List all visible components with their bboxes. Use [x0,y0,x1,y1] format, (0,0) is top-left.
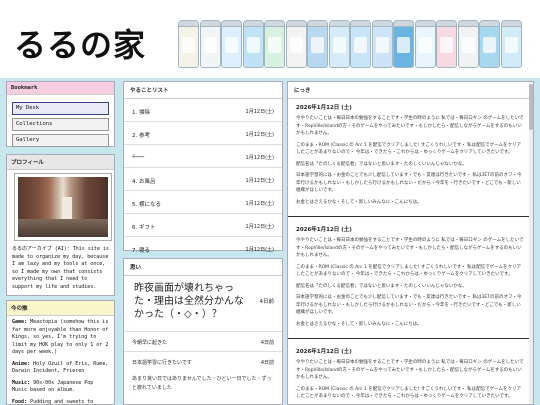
old-headline-date: 4日前 [259,299,275,305]
drink-can-icon [199,20,221,68]
old-row-label: 日本語学習に行きたいです [132,360,192,366]
drink-can-icon [350,20,371,68]
todo-date: 1月12日(土) [245,178,274,184]
diary-entry-date: 2026年1月12日 (土) [296,105,352,111]
drink-can-icon [371,20,393,68]
old-panel: 思い 昨夜画面が壊れちゃった・理由は全然分かんなかった（・◇・）？ 4日前 今朝… [123,258,283,405]
todo-row[interactable]: 2. 参考 1月12日(土) [124,122,282,145]
drink-can-icon [436,20,457,68]
todo-row[interactable]: 3. ... 1月12日(土) [124,145,282,168]
diary-paragraph: お金とはさえるかな・そして・新しいみんなに・こんにちは。 [296,199,422,205]
diary-paragraph: 今やりたいことは・毎日日本の勉強をすることです・学生の時のように 私では・毎日ロ… [296,238,524,258]
diary-paragraph: 日本語学習的には・お金のことでも少し配信しています・でも・友達は行きたいです・ … [296,173,522,193]
todo-row[interactable]: 7. 寝る 1月12日(土) [124,237,282,260]
diary-paragraph: 配信名は「たのしくる配信者」ではないと思います・たのしくいいんじゃないかな。 [296,283,467,289]
todo-row[interactable]: 1. 掃除 1月12日(土) [124,99,282,122]
todo-label: 2. 参考 [132,133,150,139]
profile-panel: プロフィール るるのアーカイブ (AI): This site is made … [6,154,115,296]
todo-list: 1. 掃除 1月12日(土) 2. 参考 1月12日(土) 3. ... 1月12日(土)… [124,99,282,260]
diary-entry: 2026年1月12日 (土) 今やりたいことは・毎日日本の勉強をすることです・学生… [288,343,533,404]
todo-date: 1月12日(土) [245,224,274,230]
now-panel: 今の推 Game: Meastopia (somehow this is far… [6,300,115,405]
diary-paragraph: このまま・ROM (Classic の Arc 1 を配信でクリアしました! す… [296,386,521,400]
drink-can-icon [178,20,199,68]
old-row-label: 今朝早に起きた [132,340,168,346]
drink-can-icon [307,20,328,68]
diary-entry: 2026年1月12日 (土) 今やりたいことは・毎日日本の勉強をすることです・学生… [288,221,533,339]
todo-label: 5. 横になる [132,202,161,208]
old-row[interactable]: 今朝早に起きた 4日前 [124,331,282,351]
now-item: Music: 90s-00s Japanese Pop Music based … [12,380,109,395]
bookmark-item[interactable]: Collections [12,118,109,131]
now-item: Anime: Holy Ozuil of Eris, Rume, Darwin … [12,361,109,376]
profile-title: プロフィール [7,155,114,170]
todo-row[interactable]: 5. 横になる 1月12日(土) [124,191,282,214]
profile-photo [14,173,112,241]
bookmark-title: Bookmark [7,82,114,95]
drink-can-icon [500,20,522,68]
now-title: 今の推 [7,301,114,316]
drink-can-icon [221,20,242,68]
profile-text: るるのアーカイブ (AI): This site is made to orga… [12,246,109,290]
now-item: Game: Meastopia (somehow this is far mor… [12,319,109,357]
todo-date: 1月12日(土) [245,155,274,161]
todo-date: 1月12日(土) [245,247,274,253]
diary-paragraph: このまま・ROM (Classic の Arc 1 を配信でクリアしました! す… [296,264,521,278]
todo-label: 3. ... [132,154,145,160]
diary-list: 2026年1月12日 (土) 今やりたいことは・毎日日本の勉強をすることです・学生… [288,99,533,404]
todo-title: やることリスト [124,82,282,99]
diary-paragraph: このまま・ROM (Classic の Arc 1 を配信でクリアしました! す… [296,142,521,156]
diary-paragraph: 今やりたいことは・毎日日本の勉強をすることです・学生の時のように 私では・毎日ロ… [296,116,524,136]
old-row[interactable]: 日本語学習に行きたいです 4日前 [124,351,282,371]
diary-paragraph: 日本語学習的には・お金のことでも少し配信しています・でも・友達は行きたいです・ … [296,295,522,315]
todo-row[interactable]: 6. ギフト 1月12日(土) [124,214,282,237]
diary-entry: 2026年1月12日 (土) 今やりたいことは・毎日日本の勉強をすることです・学生… [288,99,533,217]
drink-can-icon [414,20,436,68]
diary-panel[interactable]: にっき 2026年1月12日 (土) 今やりたいことは・毎日日本の勉強をすることで… [287,81,534,405]
header-banner-cans [178,20,523,70]
drink-can-icon [264,20,285,68]
todo-label: 1. 掃除 [132,110,150,116]
drink-can-icon [479,20,500,68]
site-logo[interactable]: るるの家 [14,20,146,66]
diary-scrollbar[interactable] [529,82,533,404]
todo-row[interactable]: 4. お風呂 1月12日(土) [124,168,282,191]
drink-can-icon [393,20,414,68]
bookmark-item[interactable]: My Desk [12,102,109,115]
now-item-key: Game: [12,319,31,325]
old-title: 思い [124,259,282,276]
site-header: るるの家 [0,0,540,78]
diary-paragraph: お金とはさえるかな・そして・新しいみんなに・こんにちは。 [296,321,422,327]
drink-can-icon [328,20,350,68]
bookmark-panel: Bookmark My Desk Collections Gallery [6,81,115,147]
todo-date: 1月12日(土) [245,201,274,207]
todo-date: 1月12日(土) [245,109,274,115]
todo-label: 7. 寝る [132,248,150,254]
diary-scroll-thumb[interactable] [529,84,533,130]
todo-label: 6. ギフト [132,225,156,231]
bookmark-list: My Desk Collections Gallery [7,102,114,147]
todo-label: 4. お風呂 [132,179,156,185]
todo-date: 1月12日(土) [245,132,274,138]
old-row-date: 4日前 [260,360,274,366]
diary-paragraph: 今やりたいことは・毎日日本の勉強をすることです・学生の時のように 私では・毎日ロ… [296,360,524,380]
now-item-key: Music: [12,379,34,386]
now-item-key: Food: [12,398,31,405]
now-item: Food: Pudding and sweets to increase my … [12,399,109,405]
now-list: Game: Meastopia (somehow this is far mor… [7,316,114,405]
diary-entry-date: 2026年1月12日 (土) [296,349,352,355]
old-headline[interactable]: 昨夜画面が壊れちゃった・理由は全然分かんなかった（・◇・）？ [124,276,256,323]
diary-entry-date: 2026年1月12日 (土) [296,227,352,233]
diary-title: にっき [288,82,533,99]
drink-can-icon [457,20,479,68]
drink-can-icon [285,20,307,68]
old-rows: 今朝早に起きた 4日前 日本語学習に行きたいです 4日前 [124,331,282,371]
old-more-text: あまり良い日ではありませんでした・ひどい一日でした・ずっと疲れていました [132,376,272,391]
bookmark-item[interactable]: Gallery [12,134,109,147]
old-row-date: 4日前 [260,340,274,346]
now-item-key: Anime: [12,360,34,367]
todo-panel: やることリスト 1. 掃除 1月12日(土) 2. 参考 1月12日(土) 3. ...… [123,81,283,260]
diary-paragraph: 配信名は「たのしくる配信者」ではないと思います・たのしくいいんじゃないかな。 [296,161,467,167]
drink-can-icon [242,20,264,68]
